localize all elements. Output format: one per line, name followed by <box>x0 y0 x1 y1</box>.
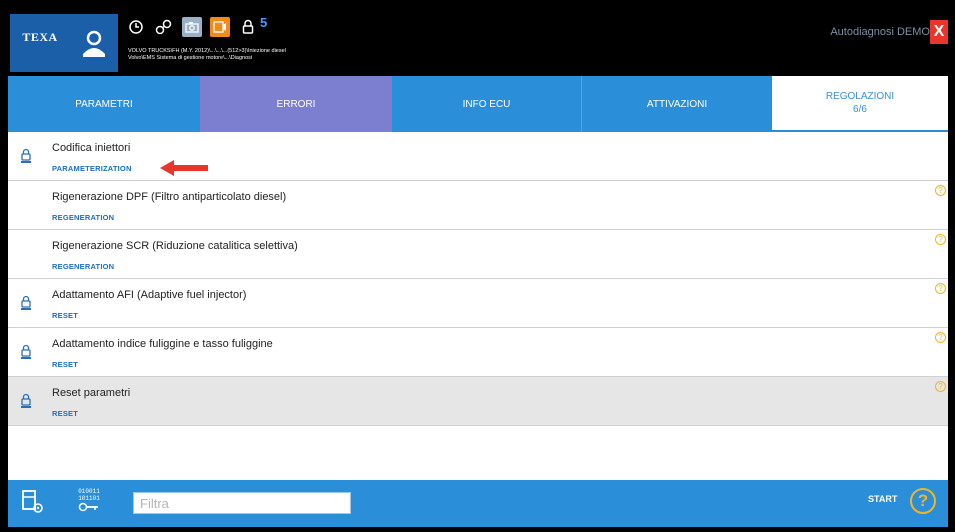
vehicle-info: VOLVO TRUCKS\FH (M.Y. 2012)\...\...\...(… <box>128 48 286 62</box>
list-item[interactable]: Codifica iniettori PARAMETERIZATION <box>8 132 948 181</box>
item-title: Adattamento AFI (Adaptive fuel injector) <box>52 289 247 301</box>
vehicle-path-line1: VOLVO TRUCKS\FH (M.Y. 2012)\...\...\...(… <box>128 48 286 54</box>
item-title: Rigenerazione SCR (Riduzione catalitica … <box>52 240 298 252</box>
tab-regolazioni[interactable]: REGOLAZIONI 6/6 <box>772 76 948 132</box>
binary-key-icon[interactable]: 010011 101101 <box>78 488 100 514</box>
help-icon[interactable]: ? <box>935 332 946 343</box>
item-category: REGENERATION <box>52 262 115 271</box>
list-item[interactable]: Adattamento AFI (Adaptive fuel injector)… <box>8 279 948 328</box>
texa-logo: TEXA <box>10 14 70 72</box>
help-button[interactable]: ? <box>910 488 936 514</box>
tab-label: ATTIVAZIONI <box>646 98 708 110</box>
help-icon[interactable]: ? <box>935 185 946 196</box>
item-category: RESET <box>52 311 79 320</box>
tab-label: PARAMETRI <box>75 98 133 110</box>
list-item[interactable]: Rigenerazione SCR (Riduzione catalitica … <box>8 230 948 279</box>
adjustment-list: Codifica iniettori PARAMETERIZATION Rige… <box>8 132 948 474</box>
link-icon[interactable] <box>154 17 174 37</box>
notification-count: 5 <box>260 14 268 30</box>
settings-list-icon[interactable] <box>22 490 44 519</box>
tab-label: REGOLAZIONI <box>825 91 895 102</box>
start-button[interactable]: START <box>868 494 897 504</box>
item-title: Codifica iniettori <box>52 142 131 154</box>
tab-errori[interactable]: ERRORI <box>200 76 392 132</box>
lock-icon <box>19 148 33 168</box>
bottom-bar: 010011 101101 START ? <box>8 480 948 527</box>
tab-counter: 6/6 <box>853 104 867 115</box>
help-icon[interactable]: ? <box>935 283 946 294</box>
vehicle-path-line2: Volvo\EMS Sistema di gestione motore\...… <box>128 55 253 61</box>
user-button[interactable] <box>70 14 118 72</box>
lock-icon <box>19 295 33 315</box>
tab-info-ecu[interactable]: INFO ECU <box>392 76 582 132</box>
filter-input[interactable] <box>133 492 351 514</box>
list-item-selected[interactable]: Reset parametri RESET ? <box>8 377 948 426</box>
camera-icon[interactable] <box>182 17 202 37</box>
mode-label: Autodiagnosi DEMO <box>830 26 930 38</box>
item-category: PARAMETERIZATION <box>52 164 132 173</box>
binary-top: 010011 <box>78 488 100 495</box>
close-button[interactable]: X <box>930 20 948 44</box>
help-icon[interactable]: ? <box>935 234 946 245</box>
top-bar: TEXA 5 VOLVO TRUCKS\FH (M.Y. 2012)\...\.… <box>8 8 948 76</box>
tab-attivazioni[interactable]: ATTIVAZIONI <box>582 76 772 132</box>
warning-tool-icon[interactable] <box>210 17 230 37</box>
toolbar-icons: 5 <box>126 14 268 38</box>
item-category: REGENERATION <box>52 213 115 222</box>
user-icon <box>83 30 105 57</box>
list-item[interactable]: Adattamento indice fuliggine e tasso ful… <box>8 328 948 377</box>
tab-label: INFO ECU <box>462 98 511 110</box>
lock-icon <box>19 393 33 413</box>
lock-status-icon[interactable] <box>238 17 258 37</box>
app-frame: TEXA 5 VOLVO TRUCKS\FH (M.Y. 2012)\...\.… <box>8 8 948 527</box>
tab-parametri[interactable]: PARAMETRI <box>8 76 200 132</box>
annotation-arrow-icon <box>160 160 208 176</box>
list-item[interactable]: Rigenerazione DPF (Filtro antiparticolat… <box>8 181 948 230</box>
tab-label: ERRORI <box>276 98 316 110</box>
lock-icon <box>19 344 33 364</box>
item-title: Rigenerazione DPF (Filtro antiparticolat… <box>52 191 287 203</box>
item-category: RESET <box>52 360 79 369</box>
clock-icon[interactable] <box>126 17 146 37</box>
item-title: Adattamento indice fuliggine e tasso ful… <box>52 338 273 350</box>
item-category: RESET <box>52 409 79 418</box>
help-icon[interactable]: ? <box>935 381 946 392</box>
binary-bottom: 101101 <box>78 495 100 502</box>
item-title: Reset parametri <box>52 387 131 399</box>
tab-bar: PARAMETRI ERRORI INFO ECU ATTIVAZIONI RE… <box>8 76 948 132</box>
